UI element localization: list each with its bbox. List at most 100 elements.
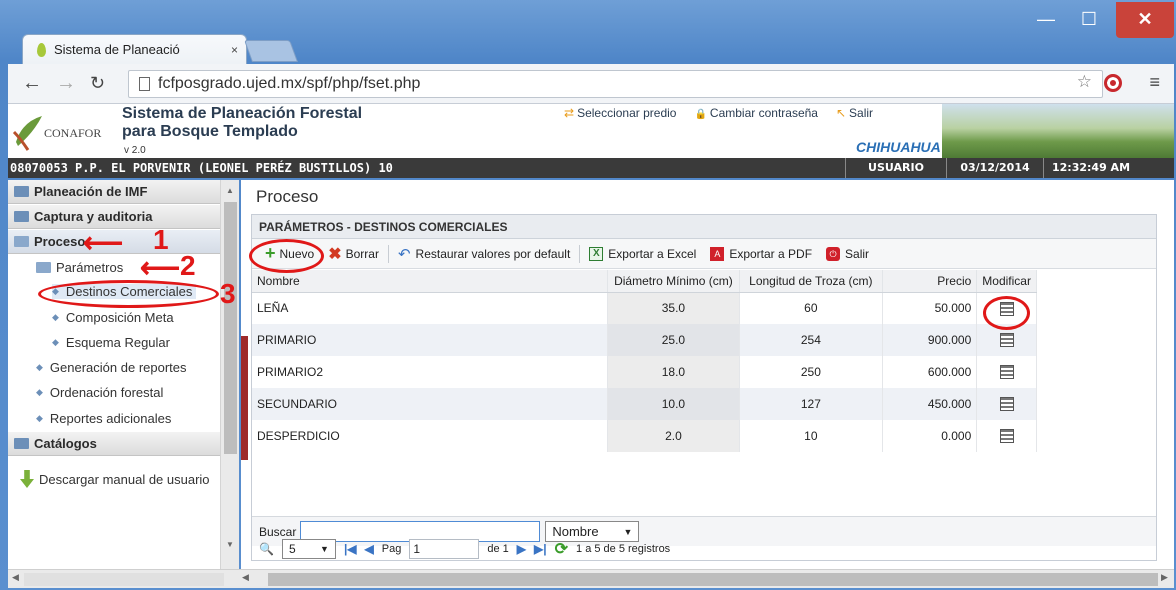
favicon-icon [37, 42, 46, 57]
back-arrow-icon[interactable]: ← [22, 72, 42, 95]
download-manual-link[interactable]: Descargar manual de usuario [20, 470, 218, 488]
section-label: Catálogos [34, 436, 97, 451]
annotation-arrow-2: ⟵ [140, 252, 181, 283]
page-total-label: de 1 [487, 543, 509, 555]
search-icon[interactable]: 🔍 [259, 542, 274, 556]
edit-icon[interactable] [999, 429, 1014, 444]
maximize-button[interactable]: ☐ [1068, 2, 1110, 38]
sidebar-hscroll-thumb[interactable] [24, 573, 224, 586]
select-predio-label: Seleccionar predio [577, 106, 677, 120]
app-header: CONAFOR Sistema de Planeación Forestal p… [8, 104, 1174, 158]
cell-diametro: 35.0 [607, 292, 741, 324]
restore-defaults-button[interactable]: ↶ Restaurar valores por default [391, 243, 577, 265]
last-page-icon[interactable]: ▶| [534, 542, 547, 556]
cell-modificar [976, 420, 1037, 452]
section-label: Captura y auditoria [34, 209, 153, 224]
pager-row: 🔍 5 ▼ |◀ ◀ Pag 1 de 1 ▶ ▶| ⟳ 1 a 5 de 5 r… [259, 539, 670, 559]
page-input[interactable]: 1 [409, 539, 480, 559]
cell-longitud: 250 [739, 356, 883, 388]
page-size-select[interactable]: 5 ▼ [281, 539, 336, 559]
sidebar-scrollbar[interactable]: ▲ ▼ [220, 180, 239, 569]
export-excel-button[interactable]: X Exportar a Excel [582, 243, 703, 265]
delete-button[interactable]: ✖ Borrar [321, 243, 386, 265]
browser-menu-icon[interactable]: ≡ [1149, 72, 1160, 93]
table-row[interactable]: DESPERDICIO 2.0 10 0.000 [252, 420, 1037, 452]
forward-arrow-icon[interactable]: → [56, 72, 76, 95]
table-row[interactable]: SECUNDARIO 10.0 127 450.000 [252, 388, 1037, 420]
export-pdf-button[interactable]: A Exportar a PDF [703, 243, 819, 265]
column-header-nombre[interactable]: Nombre [252, 270, 608, 293]
tab-close-icon[interactable]: × [231, 43, 238, 57]
page-size-value: 5 [288, 542, 296, 556]
grid-toolbar: + Nuevo ✖ Borrar ↶ Restaurar valores por de… [252, 239, 1156, 269]
logout-icon: ↖ [835, 106, 847, 120]
sidebar-item-reportes-adicionales[interactable]: ◆ Reportes adicionales [36, 411, 171, 426]
refresh-icon[interactable]: ⟳ [555, 539, 568, 559]
download-label: Descargar manual de usuario [39, 471, 210, 487]
column-header-longitud[interactable]: Longitud de Troza (cm) [739, 270, 883, 293]
page-icon [139, 77, 150, 91]
info-bar: 08070053 P.P. EL PORVENIR (LEONEL PERÉZ … [8, 158, 1174, 178]
sidebar-item-parametros[interactable]: Parámetros [36, 260, 123, 275]
browser-tab[interactable]: Sistema de Planeació × [22, 34, 247, 64]
annotation-number-1: 1 [153, 224, 169, 255]
reload-icon[interactable]: ↻ [90, 73, 105, 94]
sidebar-item-composicion-meta[interactable]: ◆ Composición Meta [52, 310, 174, 325]
cell-precio: 900.000 [882, 324, 978, 356]
scroll-left-icon[interactable]: ◀ [12, 572, 19, 583]
change-password-label: Cambiar contraseña [709, 106, 818, 120]
new-tab-button[interactable] [243, 40, 299, 62]
sidebar-section-captura[interactable]: Captura y auditoria [8, 205, 220, 229]
bullet-icon: ◆ [52, 312, 59, 322]
folder-open-icon [36, 262, 51, 273]
collapse-strip[interactable] [241, 336, 248, 460]
horizontal-scrollbar[interactable]: ◀ ◀ ▶ [8, 569, 1174, 588]
next-page-icon[interactable]: ▶ [517, 542, 526, 556]
scroll-right-icon[interactable]: ▶ [1161, 572, 1168, 583]
app-title-line2: para Bosque Templado [122, 123, 298, 140]
table-header-row: Nombre Diámetro Mínimo (cm) Longitud de … [252, 270, 1037, 293]
table-row[interactable]: PRIMARIO 25.0 254 900.000 [252, 324, 1037, 356]
annotation-circle-modificar [983, 296, 1030, 330]
sidebar-item-esquema-regular[interactable]: ◆ Esquema Regular [52, 335, 170, 350]
bookmark-star-icon[interactable]: ☆ [1077, 72, 1092, 92]
address-bar[interactable]: fcfposgrado.ujed.mx/spf/php/fset.php [128, 70, 1103, 98]
cell-precio: 600.000 [882, 356, 978, 388]
prev-page-icon[interactable]: ◀ [365, 542, 374, 556]
sidebar-scroll-thumb[interactable] [224, 202, 237, 454]
select-predio-link[interactable]: ⇄ Seleccionar predio [564, 106, 676, 120]
lock-icon: 🔒 [694, 109, 707, 120]
column-header-diametro[interactable]: Diámetro Mínimo (cm) [607, 270, 741, 293]
scroll-left-icon[interactable]: ◀ [242, 572, 249, 583]
logout-label: Salir [849, 106, 874, 120]
logout-link[interactable]: ↖ Salir [836, 106, 873, 120]
scroll-up-icon[interactable]: ▲ [226, 186, 234, 195]
dropdown-arrow-icon: ▼ [623, 526, 633, 537]
exit-button[interactable]: ⏻ Salir [819, 243, 876, 265]
sidebar-section-planeacion[interactable]: Planeación de IMF [8, 180, 220, 204]
extension-icon[interactable] [1104, 74, 1122, 92]
edit-icon[interactable] [999, 333, 1014, 348]
cell-nombre: SECUNDARIO [252, 388, 608, 420]
first-page-icon[interactable]: |◀ [344, 542, 357, 556]
main-content: Proceso PARÁMETROS - DESTINOS COMERCIALE… [241, 180, 1174, 569]
item-label: Parámetros [56, 260, 124, 275]
table-row[interactable]: PRIMARIO2 18.0 250 600.000 [252, 356, 1037, 388]
sidebar-item-generacion-reportes[interactable]: ◆ Generación de reportes [36, 360, 187, 375]
cell-modificar [976, 388, 1037, 420]
close-window-button[interactable]: ✕ [1116, 2, 1174, 38]
search-field-value: Nombre [552, 524, 599, 539]
edit-icon[interactable] [999, 397, 1014, 412]
sidebar-section-catalogos[interactable]: Catálogos [8, 432, 220, 456]
column-header-precio[interactable]: Precio [882, 270, 978, 293]
dropdown-arrow-icon: ▼ [320, 544, 329, 554]
minimize-button[interactable]: — [1025, 2, 1067, 38]
table-row[interactable]: LEÑA 35.0 60 50.000 [252, 292, 1037, 324]
cell-diametro: 18.0 [607, 356, 741, 388]
change-password-link[interactable]: 🔒 Cambiar contraseña [694, 106, 818, 120]
edit-icon[interactable] [999, 365, 1014, 380]
sidebar-item-ordenacion-forestal[interactable]: ◆ Ordenación forestal [36, 385, 163, 400]
main-hscroll-thumb[interactable] [268, 573, 1158, 586]
scroll-down-icon[interactable]: ▼ [226, 540, 234, 549]
column-header-modificar: Modificar [976, 270, 1037, 293]
